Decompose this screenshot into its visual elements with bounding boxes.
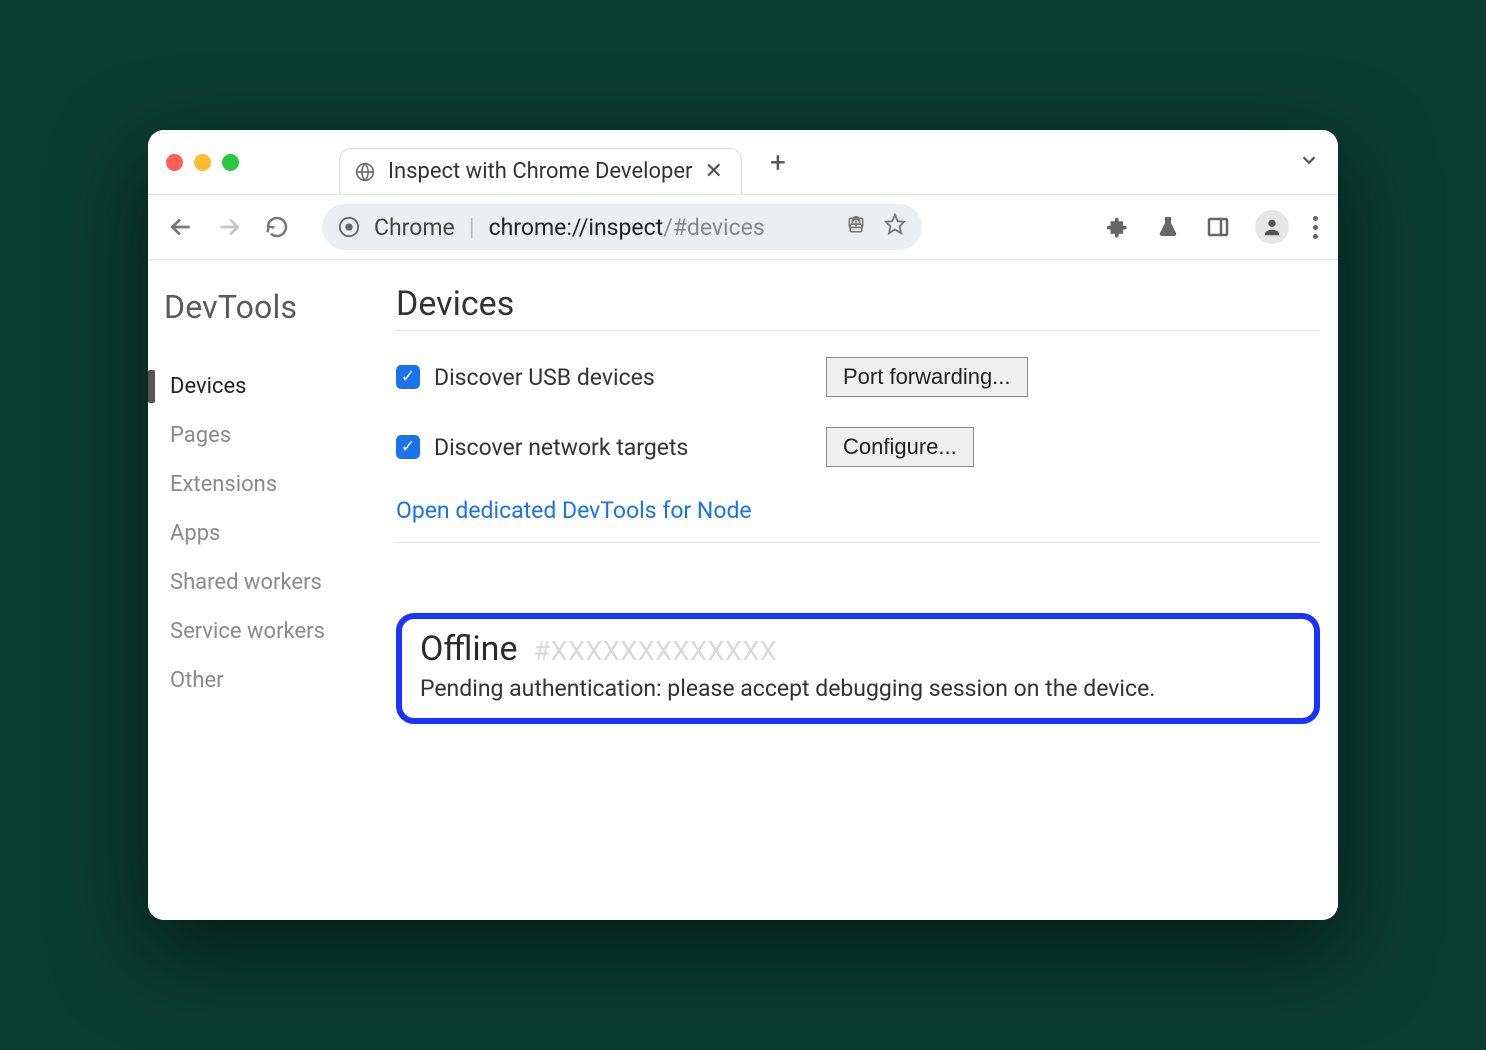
- sidebar-item-other[interactable]: Other: [164, 656, 388, 705]
- divider: [396, 542, 1320, 543]
- menu-button[interactable]: [1313, 216, 1318, 239]
- configure-button[interactable]: Configure...: [826, 427, 974, 467]
- share-icon[interactable]: [846, 214, 866, 241]
- sidebar-item-extensions[interactable]: Extensions: [164, 460, 388, 509]
- page-title: Devices: [396, 284, 1320, 324]
- tab-bar: Inspect with Chrome Developer ✕ +: [148, 130, 1338, 194]
- tab-title: Inspect with Chrome Developer: [388, 159, 693, 184]
- omnibox-label: Chrome: [374, 214, 455, 241]
- forward-button[interactable]: [216, 214, 242, 240]
- globe-icon: [354, 161, 376, 183]
- sidebar-item-devices[interactable]: Devices: [164, 362, 388, 411]
- discover-usb-label: Discover USB devices: [434, 364, 655, 391]
- back-button[interactable]: [168, 214, 194, 240]
- checkbox-checked-icon: ✓: [396, 365, 420, 389]
- new-tab-button[interactable]: +: [770, 146, 786, 179]
- device-message: Pending authentication: please accept de…: [420, 675, 1296, 702]
- window-maximize-button[interactable]: [222, 154, 239, 171]
- browser-window: Inspect with Chrome Developer ✕ + Chrome…: [148, 130, 1338, 920]
- tab-close-icon[interactable]: ✕: [705, 159, 723, 184]
- open-node-devtools-link[interactable]: Open dedicated DevTools for Node: [396, 497, 1320, 524]
- device-status: Offline: [420, 629, 517, 669]
- checkbox-checked-icon: ✓: [396, 435, 420, 459]
- window-minimize-button[interactable]: [194, 154, 211, 171]
- sidebar-item-apps[interactable]: Apps: [164, 509, 388, 558]
- reload-button[interactable]: [264, 214, 290, 240]
- page-content: DevTools Devices Pages Extensions Apps S…: [148, 260, 1338, 920]
- sidepanel-icon[interactable]: [1205, 214, 1231, 240]
- sidebar: DevTools Devices Pages Extensions Apps S…: [148, 260, 388, 920]
- omnibox-divider: |: [469, 213, 475, 241]
- sidebar-item-pages[interactable]: Pages: [164, 411, 388, 460]
- device-id: #XXXXXXXXXXXXX: [533, 635, 777, 667]
- device-status-box: Offline #XXXXXXXXXXXXX Pending authentic…: [396, 613, 1320, 724]
- window-close-button[interactable]: [166, 154, 183, 171]
- traffic-lights: [166, 154, 239, 171]
- sidebar-title: DevTools: [164, 288, 388, 326]
- chrome-icon: [338, 216, 360, 238]
- nav-bar: Chrome | chrome://inspect/#devices: [148, 194, 1338, 260]
- labs-icon[interactable]: [1155, 214, 1181, 240]
- discover-network-label: Discover network targets: [434, 434, 688, 461]
- discover-network-checkbox[interactable]: ✓ Discover network targets: [396, 434, 826, 461]
- discover-usb-checkbox[interactable]: ✓ Discover USB devices: [396, 364, 826, 391]
- sidebar-item-shared-workers[interactable]: Shared workers: [164, 558, 388, 607]
- tabs-chevron-icon[interactable]: [1298, 149, 1320, 175]
- sidebar-item-service-workers[interactable]: Service workers: [164, 607, 388, 656]
- star-icon[interactable]: [884, 213, 906, 241]
- extensions-icon[interactable]: [1105, 214, 1131, 240]
- divider: [396, 330, 1320, 331]
- omnibox[interactable]: Chrome | chrome://inspect/#devices: [322, 204, 922, 250]
- profile-avatar[interactable]: [1255, 210, 1289, 244]
- omnibox-url: chrome://inspect/#devices: [489, 214, 832, 241]
- browser-tab[interactable]: Inspect with Chrome Developer ✕: [339, 148, 742, 194]
- main-panel: Devices ✓ Discover USB devices Port forw…: [388, 260, 1338, 920]
- port-forwarding-button[interactable]: Port forwarding...: [826, 357, 1028, 397]
